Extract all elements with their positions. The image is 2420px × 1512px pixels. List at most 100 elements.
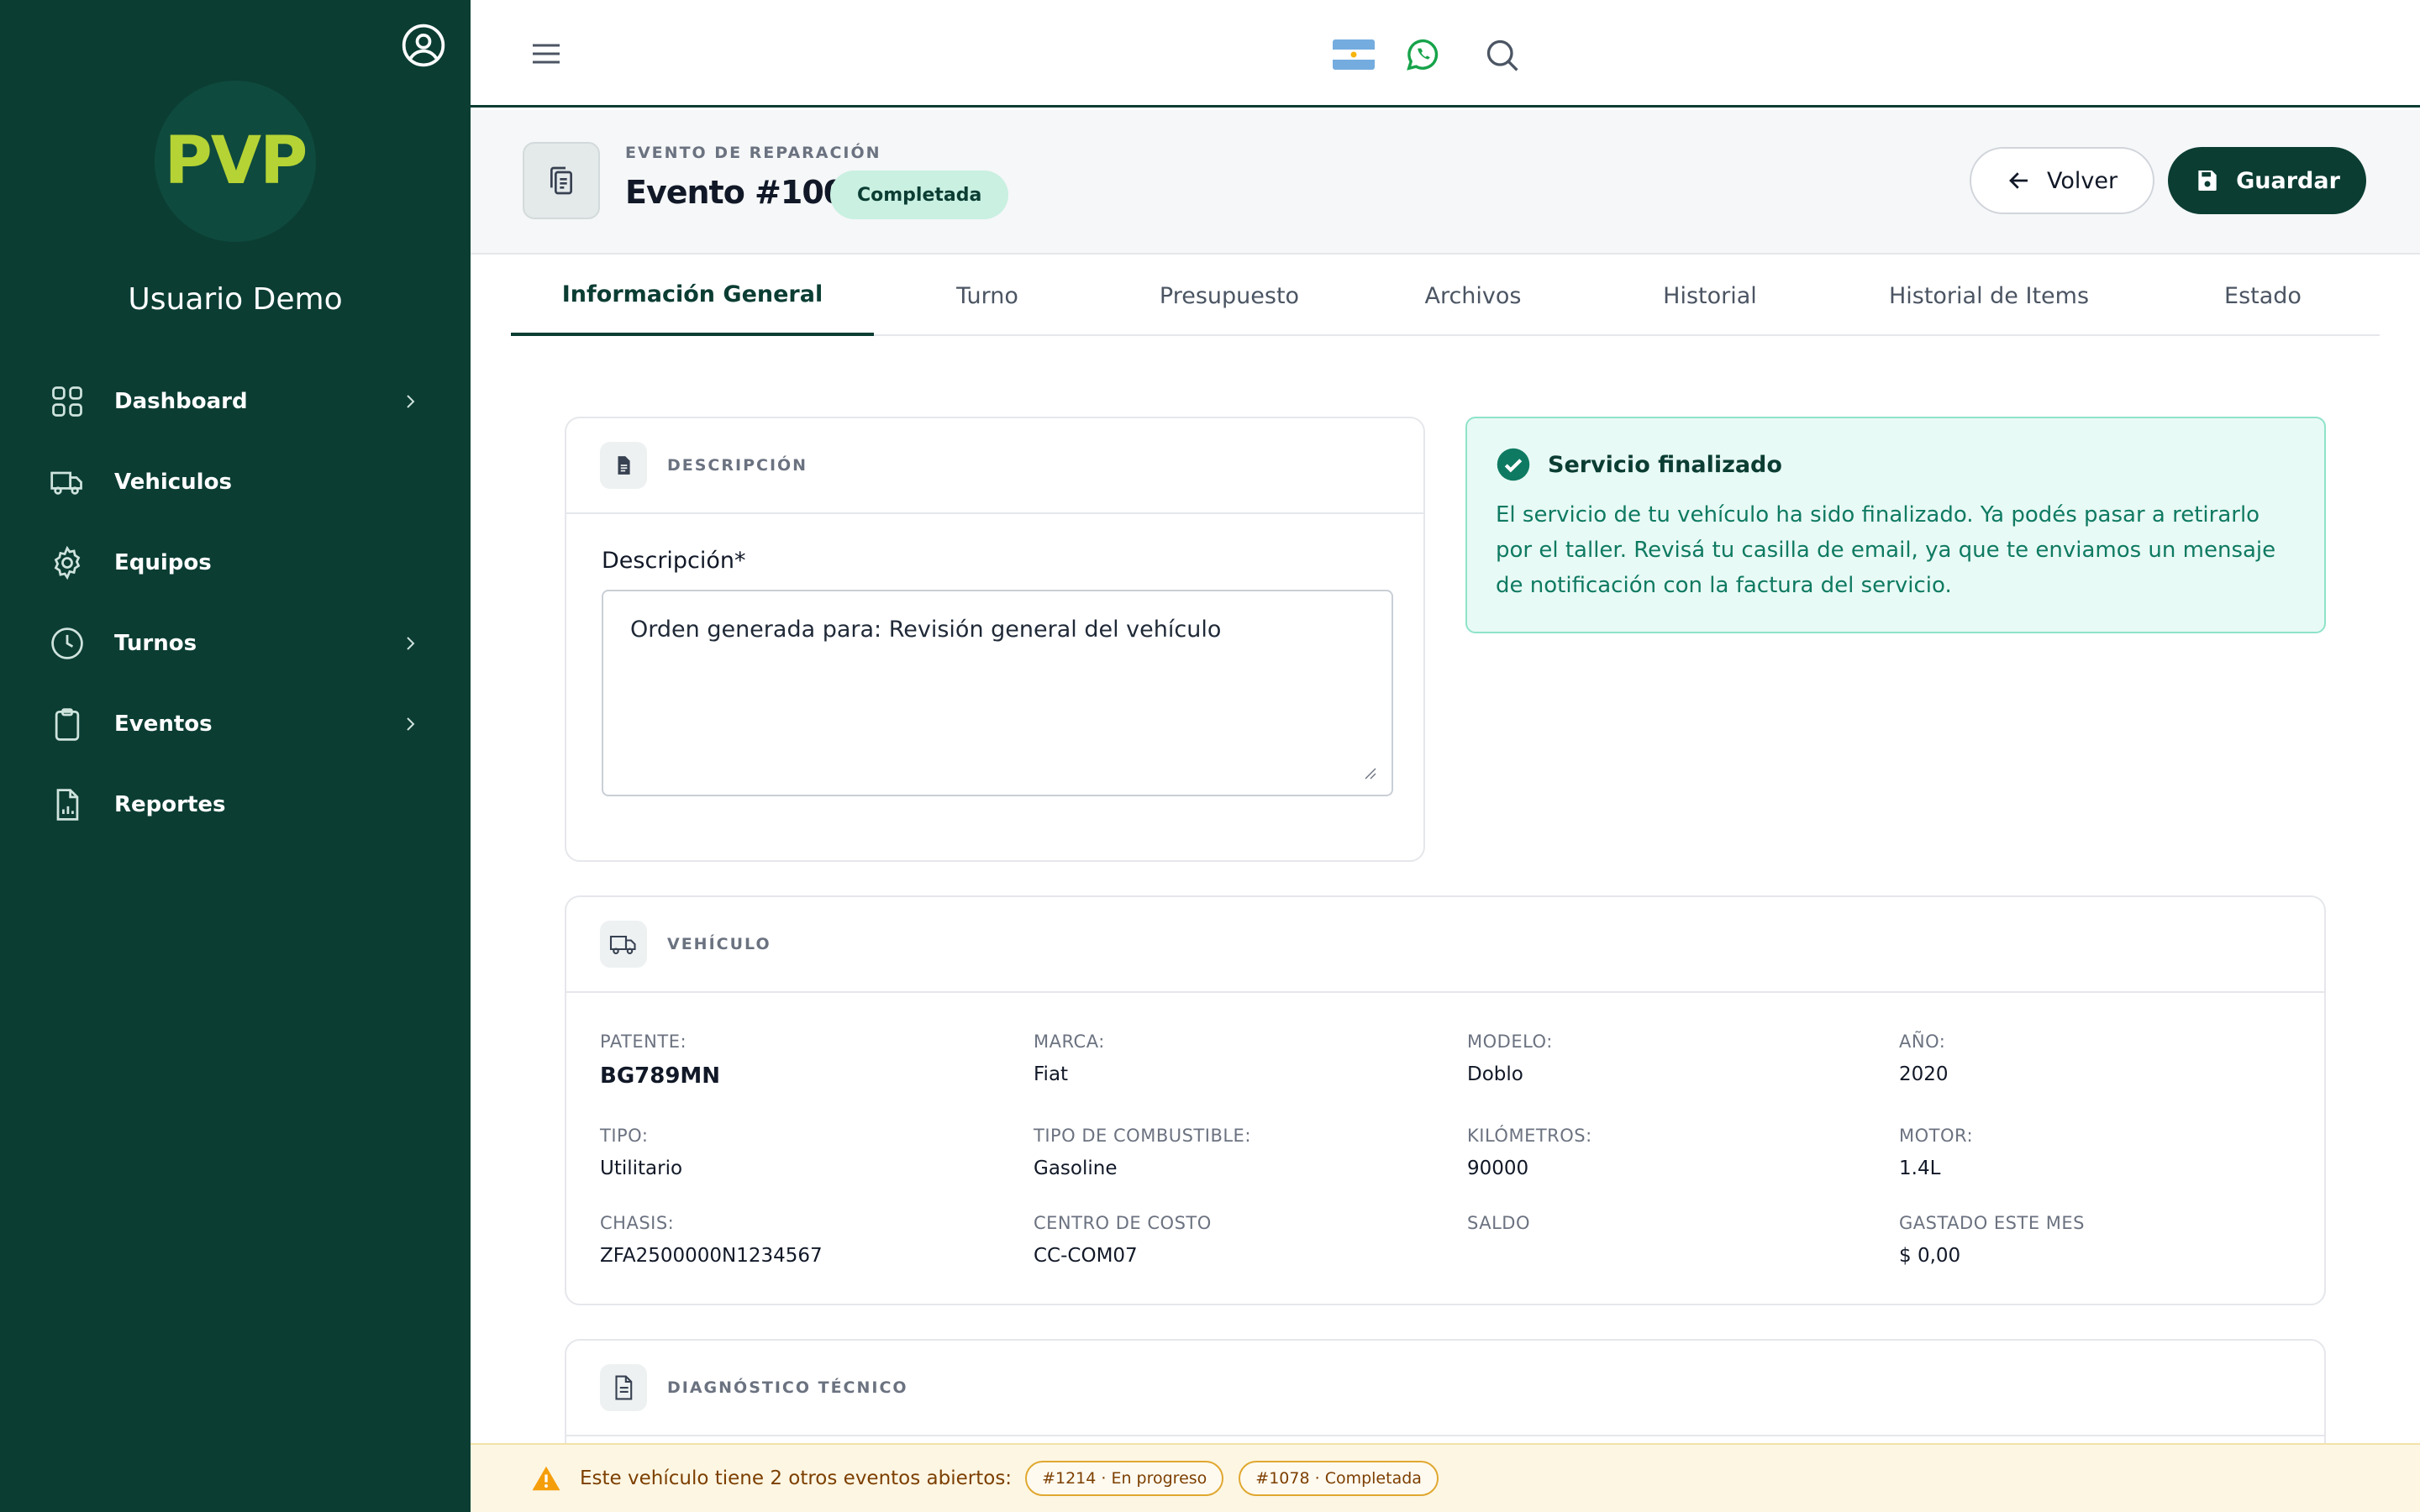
field-value: 1.4L	[1899, 1158, 1941, 1179]
vehicle-card: VEHÍCULO PATENTE: BG789MN MARCA: Fiat MO…	[565, 895, 2326, 1305]
field-key: CENTRO DE COSTO	[1034, 1213, 1212, 1233]
vehicle-field-patente: PATENTE: BG789MN	[600, 1032, 1020, 1089]
document-icon	[600, 442, 647, 489]
arrow-left-icon	[2009, 172, 2028, 189]
save-button[interactable]: Guardar	[2168, 147, 2366, 214]
field-key: CHASIS:	[600, 1213, 675, 1233]
card-header: DESCRIPCIÓN	[566, 418, 1423, 514]
sidebar-menu: Dashboard Vehiculos Equipos Turnos Event…	[0, 361, 471, 845]
card-header: DIAGNÓSTICO TÉCNICO	[566, 1341, 2324, 1436]
field-value: Doblo	[1467, 1063, 1523, 1085]
status-badge: Completada	[830, 171, 1009, 219]
tab-archivos[interactable]: Archivos	[1358, 255, 1588, 336]
field-key: TIPO:	[600, 1126, 649, 1146]
field-key: MODELO:	[1467, 1032, 1553, 1052]
whatsapp-icon[interactable]	[1403, 35, 1442, 74]
logo: PVP	[155, 81, 316, 242]
description-textarea[interactable]: Orden generada para: Revisión general de…	[602, 590, 1393, 796]
tab-historial[interactable]: Historial	[1588, 255, 1832, 336]
vehicle-field-kilometros: KILÓMETROS: 90000	[1467, 1126, 1887, 1179]
truck-icon	[600, 921, 647, 968]
warning-text: Este vehículo tiene 2 otros eventos abie…	[580, 1467, 1013, 1489]
sidebar-item-reportes[interactable]: Reportes	[0, 764, 471, 845]
back-button[interactable]: Volver	[1970, 147, 2154, 214]
sidebar-item-dashboard[interactable]: Dashboard	[0, 361, 471, 442]
argentina-flag-icon[interactable]	[1333, 39, 1375, 70]
field-value: ZFA2500000N1234567	[600, 1245, 823, 1267]
tab-historial-de-items[interactable]: Historial de Items	[1832, 255, 2146, 336]
search-icon[interactable]	[1484, 37, 1521, 74]
logo-text: PVP	[164, 123, 308, 199]
sidebar-item-label: Vehiculos	[114, 470, 232, 495]
success-alert: Servicio finalizado El servicio de tu ve…	[1465, 417, 2326, 633]
description-label: Descripción*	[602, 548, 746, 574]
clipboard-copy-icon	[523, 142, 600, 219]
topbar	[471, 0, 2420, 108]
menu-icon[interactable]	[529, 39, 563, 69]
card-header: VEHÍCULO	[566, 897, 2324, 993]
tab-presupuesto[interactable]: Presupuesto	[1101, 255, 1358, 336]
resize-handle-icon[interactable]	[1363, 766, 1376, 780]
field-key: PATENTE:	[600, 1032, 687, 1052]
sidebar-item-equipos[interactable]: Equipos	[0, 522, 471, 603]
chevron-right-icon	[407, 637, 415, 650]
save-icon	[2198, 171, 2217, 191]
sidebar-item-label: Eventos	[114, 711, 213, 737]
sidebar: PVP Usuario Demo Dashboard Vehiculos Equ…	[0, 0, 471, 1512]
field-value: Fiat	[1034, 1063, 1069, 1085]
file-text-icon	[600, 1364, 647, 1411]
description-value: Orden generada para: Revisión general de…	[630, 617, 1222, 643]
vehicle-field-chasis: CHASIS: ZFA2500000N1234567	[600, 1213, 1020, 1267]
field-value: BG789MN	[600, 1063, 721, 1089]
field-value: Gasoline	[1034, 1158, 1118, 1179]
card-title: VEHÍCULO	[667, 935, 771, 953]
field-key: MOTOR:	[1899, 1126, 1974, 1146]
page-eyebrow: EVENTO DE REPARACIÓN	[625, 144, 881, 162]
vehicle-field-modelo: MODELO: Doblo	[1467, 1032, 1887, 1085]
field-value: 90000	[1467, 1158, 1529, 1179]
open-event-link[interactable]: #1214 · En progreso	[1025, 1461, 1224, 1496]
warning-icon	[532, 1466, 560, 1491]
vehicle-field-saldo: SALDO	[1467, 1213, 1887, 1245]
open-event-link[interactable]: #1078 · Completada	[1239, 1461, 1439, 1496]
card-title: DESCRIPCIÓN	[667, 456, 808, 475]
user-account-icon[interactable]	[400, 22, 447, 69]
alert-body: El servicio de tu vehículo ha sido final…	[1496, 502, 2276, 598]
check-circle-icon	[1497, 448, 1530, 481]
field-key: TIPO DE COMBUSTIBLE:	[1034, 1126, 1251, 1146]
field-value: Utilitario	[600, 1158, 683, 1179]
vehicle-field-marca: MARCA: Fiat	[1034, 1032, 1454, 1085]
sidebar-item-label: Equipos	[114, 550, 212, 575]
save-button-label: Guardar	[2236, 167, 2340, 194]
field-value: 2020	[1899, 1063, 1949, 1085]
chevron-right-icon	[407, 395, 415, 408]
description-card: DESCRIPCIÓN Descripción* Orden generada …	[565, 417, 1425, 862]
sidebar-item-turnos[interactable]: Turnos	[0, 603, 471, 684]
truck-icon	[50, 471, 82, 495]
field-value: $ 0,00	[1899, 1245, 1961, 1267]
vehicle-field-centro-de-costo: CENTRO DE COSTO CC-COM07	[1034, 1213, 1454, 1267]
tab-estado[interactable]: Estado	[2146, 255, 2380, 336]
field-value: CC-COM07	[1034, 1245, 1138, 1267]
sidebar-item-label: Turnos	[114, 631, 197, 656]
open-events-warning: Este vehículo tiene 2 otros eventos abie…	[471, 1443, 2420, 1512]
vehicle-field-combustible: TIPO DE COMBUSTIBLE: Gasoline	[1034, 1126, 1454, 1179]
tab-turno[interactable]: Turno	[874, 255, 1101, 336]
tabs: Información General Turno Presupuesto Ar…	[511, 255, 2380, 336]
clipboard-icon	[55, 708, 80, 741]
vehicle-field-tipo: TIPO: Utilitario	[600, 1126, 1020, 1179]
clock-icon	[51, 627, 83, 659]
report-icon	[56, 789, 79, 821]
sidebar-username: Usuario Demo	[128, 282, 343, 317]
vehicle-field-anio: AÑO: 2020	[1899, 1032, 2319, 1085]
vehicle-field-gastado-este-mes: GASTADO ESTE MES $ 0,00	[1899, 1213, 2319, 1267]
field-key: MARCA:	[1034, 1032, 1105, 1052]
card-title: DIAGNÓSTICO TÉCNICO	[667, 1378, 908, 1397]
alert-title: Servicio finalizado	[1548, 452, 1782, 478]
field-key: GASTADO ESTE MES	[1899, 1213, 2085, 1233]
sidebar-item-eventos[interactable]: Eventos	[0, 684, 471, 764]
sidebar-item-vehiculos[interactable]: Vehiculos	[0, 442, 471, 522]
gear-icon	[54, 545, 81, 580]
tab-informacion-general[interactable]: Información General	[511, 255, 874, 336]
page-header: EVENTO DE REPARACIÓN Evento #1004 Comple…	[471, 110, 2420, 255]
